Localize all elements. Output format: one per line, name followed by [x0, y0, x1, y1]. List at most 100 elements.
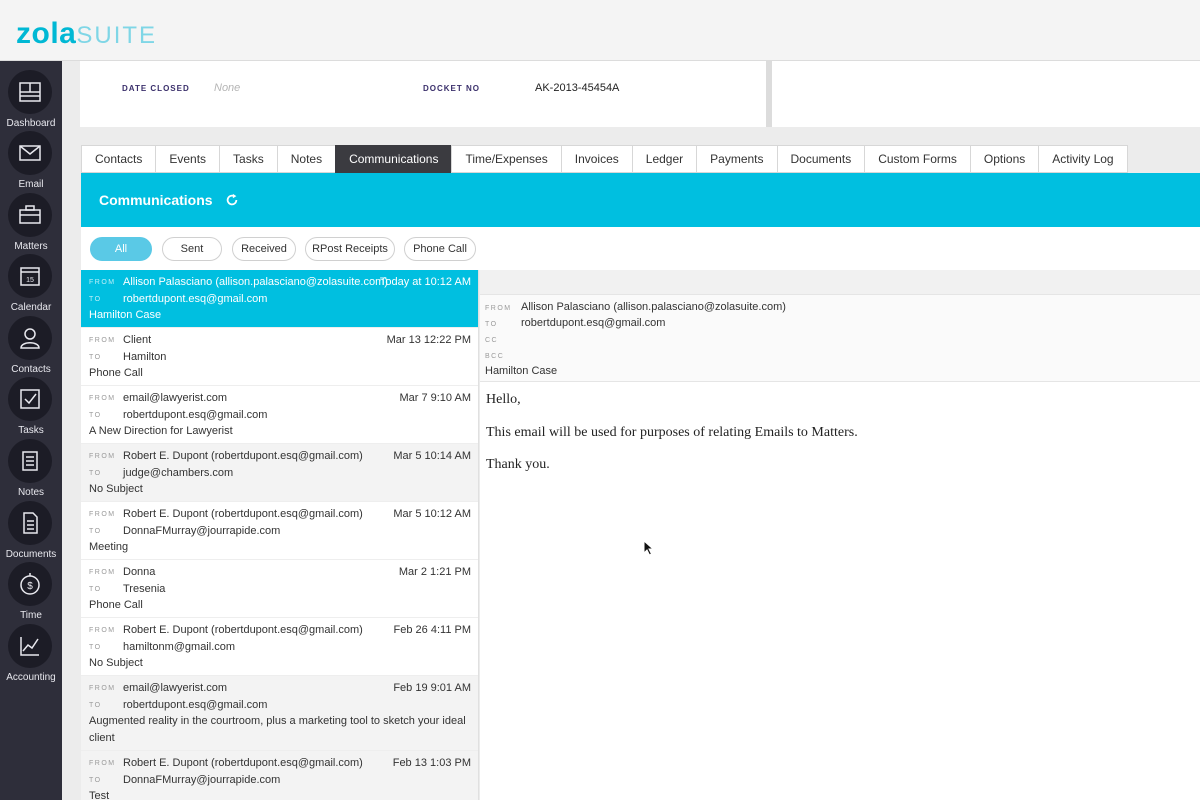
- to-label: TO: [89, 411, 102, 419]
- sidebar-item-label: Contacts: [11, 364, 51, 375]
- matter-tabs: Contacts Events Tasks Notes Communicatio…: [81, 145, 1128, 173]
- message-to: DonnaFMurray@jourrapide.com: [123, 525, 281, 538]
- email-body-line: Thank you.: [486, 457, 550, 472]
- checkbox-icon: [8, 377, 52, 421]
- stopwatch-dollar-icon: $: [8, 562, 52, 606]
- to-label: TO: [89, 353, 102, 361]
- from-label: FROM: [89, 626, 116, 634]
- sidebar-item-label: Tasks: [18, 425, 44, 436]
- person-icon: [8, 316, 52, 360]
- from-label: FROM: [89, 510, 116, 518]
- to-label: TO: [89, 469, 102, 477]
- sidebar-item-dashboard[interactable]: Dashboard: [0, 70, 62, 132]
- filter-sent[interactable]: Sent: [162, 237, 222, 261]
- sidebar-item-label: Time: [20, 610, 42, 621]
- message-item[interactable]: FROM Robert E. Dupont (robertdupont.esq@g…: [81, 751, 478, 800]
- message-item[interactable]: FROM Donna Mar 2 1:21 PM TO Tresenia Phone…: [81, 560, 478, 618]
- sidebar-item-email[interactable]: Email: [0, 131, 62, 193]
- from-label: FROM: [89, 684, 116, 692]
- email-body-line: This email will be used for purposes of …: [486, 425, 858, 440]
- envelope-icon: [8, 131, 52, 175]
- from-label: FROM: [89, 568, 116, 576]
- from-label: FROM: [89, 278, 116, 286]
- message-item[interactable]: FROM email@lawyerist.com Mar 7 9:10 AM TO…: [81, 386, 478, 444]
- line-chart-icon: [8, 624, 52, 668]
- sidebar-item-label: Accounting: [6, 672, 56, 683]
- top-bar: zolaSUITE: [0, 0, 1200, 61]
- sidebar-item-label: Calendar: [10, 302, 52, 313]
- message-subject: Hamilton Case: [89, 309, 162, 321]
- sidebar-item-time[interactable]: $ Time: [0, 562, 62, 624]
- sidebar-item-label: Documents: [5, 549, 57, 560]
- tab-custom-forms[interactable]: Custom Forms: [864, 145, 970, 173]
- message-from: email@lawyerist.com: [123, 392, 228, 405]
- cc-label: CC: [485, 337, 499, 344]
- detail-header: FROM Allison Palasciano (allison.palascia…: [480, 295, 1200, 382]
- sidebar-item-label: Matters: [14, 241, 48, 252]
- from-label: FROM: [89, 336, 116, 344]
- message-to: robertdupont.esq@gmail.com: [123, 293, 268, 306]
- filter-all[interactable]: All: [90, 237, 152, 261]
- zolasuite-logo[interactable]: zolaSUITE: [16, 17, 157, 53]
- tab-notes[interactable]: Notes: [276, 145, 336, 173]
- to-label: TO: [89, 295, 102, 303]
- message-item[interactable]: FROM Allison Palasciano (allison.palascia…: [81, 270, 478, 328]
- message-subject: Phone Call: [89, 599, 143, 611]
- section-title: Communications: [99, 192, 213, 208]
- sidebar-item-documents[interactable]: Documents: [0, 501, 62, 563]
- tab-tasks[interactable]: Tasks: [219, 145, 277, 173]
- filter-rpost-receipts[interactable]: RPost Receipts: [305, 237, 395, 261]
- sidebar-item-accounting[interactable]: Accounting: [0, 624, 62, 686]
- docket-value: AK-2013-45454A: [535, 82, 620, 94]
- message-date: Mar 13 12:22 PM: [386, 334, 471, 346]
- message-from: Donna: [123, 566, 156, 579]
- message-date: Mar 5 10:14 AM: [393, 450, 471, 462]
- message-item[interactable]: FROM Robert E. Dupont (robertdupont.esq@g…: [81, 618, 478, 676]
- communications-header: Communications: [81, 173, 1200, 227]
- to-label: TO: [89, 701, 102, 709]
- docket-label: DOCKET NO: [423, 84, 480, 93]
- message-subject: A New Direction for Lawyerist: [89, 425, 233, 437]
- sidebar-item-contacts[interactable]: Contacts: [0, 316, 62, 378]
- message-date: Mar 5 10:12 AM: [393, 508, 471, 520]
- to-label: TO: [485, 321, 498, 328]
- date-closed-value: None: [214, 82, 241, 94]
- sidebar-item-calendar[interactable]: 15 Calendar: [0, 254, 62, 316]
- refresh-icon[interactable]: [225, 193, 239, 207]
- sidebar-item-notes[interactable]: Notes: [0, 439, 62, 501]
- message-from: Robert E. Dupont (robertdupont.esq@gmail…: [123, 450, 363, 463]
- filter-bar: All Sent Received RPost Receipts Phone C…: [81, 227, 1200, 270]
- sidebar-item-tasks[interactable]: Tasks: [0, 377, 62, 439]
- tab-events[interactable]: Events: [155, 145, 220, 173]
- message-item[interactable]: FROM Robert E. Dupont (robertdupont.esq@g…: [81, 444, 478, 502]
- message-date: Mar 2 1:21 PM: [398, 566, 471, 578]
- message-item[interactable]: FROM Robert E. Dupont (robertdupont.esq@g…: [81, 502, 478, 560]
- detail-subject: Hamilton Case: [485, 365, 558, 377]
- tab-communications[interactable]: Communications: [335, 145, 452, 173]
- tab-documents[interactable]: Documents: [776, 145, 865, 173]
- tab-activity-log[interactable]: Activity Log: [1038, 145, 1128, 173]
- tab-time-expenses[interactable]: Time/Expenses: [451, 145, 561, 173]
- notepad-icon: [8, 439, 52, 483]
- message-item[interactable]: FROM email@lawyerist.com Feb 19 9:01 AM T…: [81, 676, 478, 751]
- message-date: Feb 19 9:01 AM: [393, 682, 471, 694]
- from-label: FROM: [89, 394, 116, 402]
- message-to: Hamilton: [123, 351, 167, 364]
- tab-ledger[interactable]: Ledger: [631, 145, 697, 173]
- dashboard-icon: [8, 70, 52, 114]
- message-subject: No Subject: [89, 657, 143, 669]
- sidebar-item-matters[interactable]: Matters: [0, 193, 62, 255]
- message-date: Today at 10:12 AM: [379, 276, 471, 288]
- message-item[interactable]: FROM Client Mar 13 12:22 PM TO Hamilton Ph…: [81, 328, 478, 386]
- message-from: Robert E. Dupont (robertdupont.esq@gmail…: [123, 624, 363, 637]
- from-label: FROM: [89, 452, 116, 460]
- filter-phone-call[interactable]: Phone Call: [404, 237, 476, 261]
- filter-received[interactable]: Received: [232, 237, 296, 261]
- tab-contacts[interactable]: Contacts: [81, 145, 156, 173]
- tab-payments[interactable]: Payments: [696, 145, 777, 173]
- message-date: Mar 7 9:10 AM: [399, 392, 471, 404]
- tab-options[interactable]: Options: [969, 145, 1039, 173]
- tab-invoices[interactable]: Invoices: [560, 145, 632, 173]
- message-subject: Phone Call: [89, 367, 143, 379]
- sidebar-item-label: Dashboard: [6, 118, 56, 129]
